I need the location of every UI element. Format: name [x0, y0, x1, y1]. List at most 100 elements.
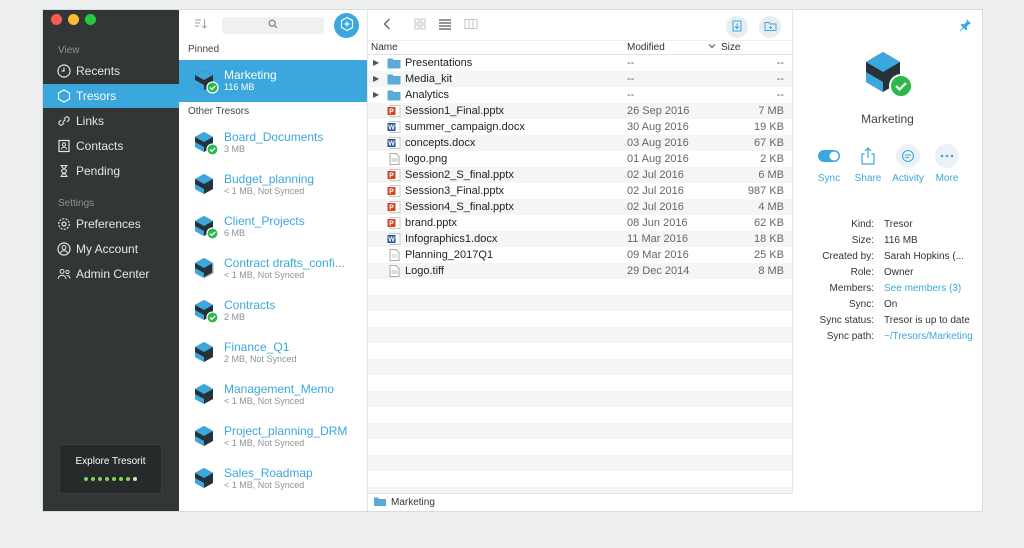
file-row[interactable]: P Session1_Final.pptx 26 Sep 2016 7 MB	[368, 103, 792, 119]
new-tresor-icon	[339, 16, 355, 35]
property-key: Members:	[829, 283, 874, 294]
pin-icon[interactable]	[958, 18, 972, 35]
tresor-item[interactable]: Client_Projects 6 MB	[179, 206, 367, 248]
size-column-header[interactable]: Size	[721, 42, 740, 53]
other-tresors-list: Board_Documents 3 MB Budget_planning < 1 MB…	[179, 122, 367, 500]
file-row[interactable]: W Infographics1.docx 11 Mar 2016 18 KB	[368, 231, 792, 247]
file-size: 4 MB	[758, 201, 784, 213]
sync-toggle[interactable]: Sync	[809, 144, 849, 184]
zoom-window-button[interactable]	[85, 14, 96, 25]
tresor-name: Board_Documents	[224, 131, 324, 144]
file-name: brand.pptx	[405, 217, 457, 229]
file-row[interactable]: P Session2_S_final.pptx 02 Jul 2016 6 MB	[368, 167, 792, 183]
sidebar-item-links[interactable]: Links	[43, 109, 179, 133]
tresor-item[interactable]: Budget_planning < 1 MB, Not Synced	[179, 164, 367, 206]
upload-button[interactable]	[726, 16, 748, 38]
file-name: Media_kit	[405, 73, 453, 85]
file-rows: ▶ Presentations -- -- ▶ Media_kit -- -- ▶ Analyti…	[368, 55, 792, 503]
modified-column-header[interactable]: Modified	[627, 42, 665, 53]
file-name: concepts.docx	[405, 137, 476, 149]
tresor-list-panel: Pinned Marketing 116 MB Other Tresors Boa…	[179, 10, 368, 511]
file-row[interactable]: Pbrand.pptx 08 Jun 2016 62 KB	[368, 215, 792, 231]
tresor-item[interactable]: Finance_Q1 2 MB, Not Synced	[179, 332, 367, 374]
file-modified: --	[627, 89, 635, 101]
minimize-window-button[interactable]	[68, 14, 79, 25]
share-button[interactable]: Share	[848, 144, 888, 184]
tresor-icon	[193, 256, 219, 282]
file-row[interactable]: Wsummer_campaign.docx 30 Aug 2016 19 KB	[368, 119, 792, 135]
folder-row[interactable]: ▶ Media_kit -- --	[368, 71, 792, 87]
back-icon[interactable]	[382, 17, 392, 34]
file-row[interactable]: P Session4_S_final.pptx 02 Jul 2016 4 MB	[368, 199, 792, 215]
tresor-item[interactable]: Sales_Roadmap < 1 MB, Not Synced	[179, 458, 367, 500]
new-folder-icon	[764, 20, 777, 35]
tresor-name: Finance_Q1	[224, 341, 290, 354]
tresor-details: 116 MB	[224, 82, 255, 92]
new-tresor-button[interactable]	[334, 12, 359, 38]
search-input[interactable]	[222, 16, 324, 34]
more-button[interactable]: More	[927, 144, 967, 184]
column-view-icon[interactable]	[464, 18, 478, 33]
file-row[interactable]: P Session3_Final.pptx 02 Jul 2016 987 KB	[368, 183, 792, 199]
activity-button[interactable]: Activity	[888, 144, 928, 184]
file-modified: 11 Mar 2016	[627, 233, 688, 245]
file-toolbar	[368, 10, 792, 41]
tresor-text: Budget_planning < 1 MB, Not Synced	[224, 173, 314, 197]
property-link[interactable]: ~/Tresors/Marketing	[884, 331, 973, 342]
file-browser: Name Modified Size ▶ Presentations -- -- ▶ Me…	[368, 10, 793, 511]
folder-row[interactable]: ▶ Analytics -- --	[368, 87, 792, 103]
file-row[interactable]: Wconcepts.docx 03 Aug 2016 67 KB	[368, 135, 792, 151]
sidebar-item-pending[interactable]: Pending	[43, 159, 179, 183]
disclosure-triangle-icon[interactable]: ▶	[373, 90, 379, 99]
tresor-item[interactable]: Board_Documents 3 MB	[179, 122, 367, 164]
name-column-header[interactable]: Name	[371, 42, 398, 53]
property-link[interactable]: See members (3)	[884, 283, 961, 294]
folder-row[interactable]: ▶ Presentations -- --	[368, 55, 792, 71]
sidebar-item-tresors[interactable]: Tresors	[43, 84, 179, 108]
property-value: Tresor	[884, 219, 913, 230]
disclosure-triangle-icon[interactable]: ▶	[373, 74, 379, 83]
file-modified: 08 Jun 2016	[627, 217, 688, 229]
tresor-item[interactable]: Marketing 116 MB	[179, 60, 367, 102]
tresor-item[interactable]: Contracts 2 MB	[179, 290, 367, 332]
progress-dot	[105, 477, 109, 481]
explore-tresorit-button[interactable]: Explore Tresorit	[59, 444, 162, 494]
admin-icon	[56, 267, 71, 282]
disclosure-triangle-icon[interactable]: ▶	[373, 58, 379, 67]
progress-dot	[84, 477, 88, 481]
new-folder-button[interactable]	[759, 16, 781, 38]
sort-descending-icon[interactable]	[708, 42, 716, 53]
empty-row	[368, 391, 792, 407]
file-name: Session1_Final.pptx	[405, 105, 505, 117]
app-window: View Recents Tresors Links Contacts Pend…	[43, 10, 982, 511]
property-row: Sync status: Tresor is up to date	[793, 315, 982, 331]
tresor-details: < 1 MB, Not Synced	[224, 480, 305, 490]
sidebar-item-admin-center[interactable]: Admin Center	[43, 262, 179, 286]
file-icon	[387, 249, 401, 261]
sidebar-item-recents[interactable]: Recents	[43, 59, 179, 83]
word-icon: W	[387, 121, 401, 133]
path-label[interactable]: Marketing	[391, 497, 435, 508]
clock-icon	[56, 64, 71, 79]
image-file-icon	[387, 153, 401, 165]
sort-icon[interactable]	[194, 18, 208, 33]
tresor-item[interactable]: Project_planning_DRM < 1 MB, Not Synced	[179, 416, 367, 458]
list-view-icon[interactable]	[438, 18, 452, 33]
info-properties: Kind: Tresor Size: 116 MB Created by: Sarah H…	[793, 219, 982, 347]
grid-view-icon[interactable]	[414, 18, 426, 33]
file-row[interactable]: Planning_2017Q1 09 Mar 2016 25 KB	[368, 247, 792, 263]
file-modified: --	[627, 57, 635, 69]
sidebar-item-preferences[interactable]: Preferences	[43, 212, 179, 236]
sidebar-item-contacts[interactable]: Contacts	[43, 134, 179, 158]
close-window-button[interactable]	[51, 14, 62, 25]
tresor-item[interactable]: Management_Memo < 1 MB, Not Synced	[179, 374, 367, 416]
svg-text:W: W	[388, 141, 395, 148]
file-size: 62 KB	[754, 217, 784, 229]
info-title: Marketing	[861, 112, 914, 126]
file-row[interactable]: Logo.tiff 29 Dec 2014 8 MB	[368, 263, 792, 279]
tresor-toolbar	[179, 10, 367, 40]
file-row[interactable]: logo.png 01 Aug 2016 2 KB	[368, 151, 792, 167]
tresor-item[interactable]: Contract drafts_confi... < 1 MB, Not Sync…	[179, 248, 367, 290]
sidebar-item-my-account[interactable]: My Account	[43, 237, 179, 261]
word-icon: W	[387, 137, 401, 149]
